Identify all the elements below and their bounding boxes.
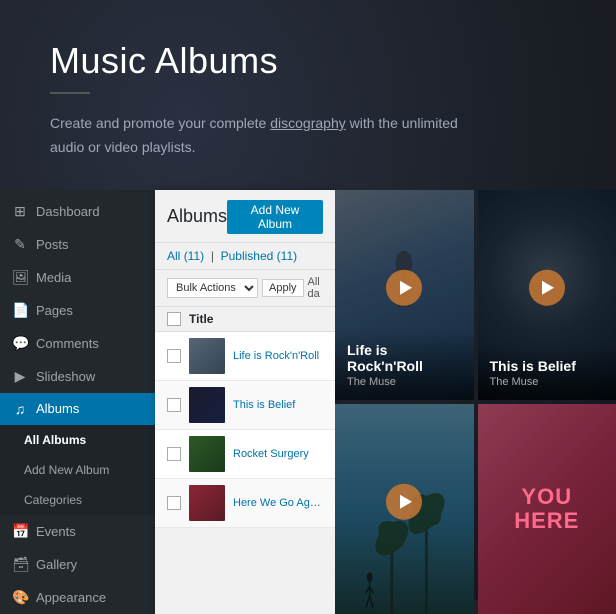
table-header: Title [155,307,335,332]
description: Create and promote your complete discogr… [50,112,470,160]
album-card-youhere[interactable]: YOUHERE [478,404,616,614]
album-link-2[interactable]: This is Belief [233,399,323,411]
media-icon: 🖼 [12,269,28,286]
add-new-album-button[interactable]: Add New Album [227,200,323,234]
posts-icon: ✎ [12,236,28,253]
sidebar-item-media[interactable]: 🖼 Media [0,261,155,294]
album-link-1[interactable]: Life is Rock'n'Roll [233,350,323,362]
album-link-3[interactable]: Rocket Surgery [233,448,323,460]
album-thumb-1 [189,338,225,374]
album-thumb-2 [189,387,225,423]
sidebar-item-dashboard[interactable]: ⊞ Dashboard [0,195,155,228]
sidebar-item-all-albums[interactable]: All Albums [0,425,155,455]
wp-admin-panel: Albums Add New Album All (11) | Publishe… [155,190,335,614]
bulk-actions-select[interactable]: Bulk Actions [167,278,258,298]
bulk-row: Bulk Actions Apply All da [155,270,335,307]
dashboard-icon: ⊞ [12,203,28,220]
album-card-palm[interactable] [335,404,474,614]
table-row: This is Belief [155,381,335,430]
discography-link[interactable]: discography [270,115,346,131]
gallery-icon: 🗃 [12,556,28,573]
select-all-checkbox[interactable] [167,312,181,326]
album-thumb-3 [189,436,225,472]
header-section: Music Albums Create and promote your com… [0,0,616,180]
pages-icon: 📄 [12,302,28,319]
events-icon: 📅 [12,523,28,540]
album-card-belief[interactable]: This is Belief The Muse [478,190,616,400]
card-subtitle-1: The Muse [347,376,462,388]
album-card-rocknroll[interactable]: Life is Rock'n'Roll The Muse [335,190,474,400]
sidebar-item-albums[interactable]: ♫ Albums [0,393,155,425]
sidebar-item-comments[interactable]: 💬 Comments [0,327,155,360]
play-button-2[interactable] [529,269,565,305]
table-row: Here We Go Again [155,479,335,528]
sidebar-item-slideshow[interactable]: ▶ Slideshow [0,360,155,393]
sidebar-item-pages[interactable]: 📄 Pages [0,294,155,327]
bulk-apply-button[interactable]: Apply [262,279,304,297]
panel-header: Albums Add New Album [155,190,335,243]
card-content-2: This is Belief The Muse [478,346,616,400]
slideshow-icon: ▶ [12,368,28,385]
card-title-2: This is Belief [490,358,605,374]
filter-published-link[interactable]: Published (11) [221,249,298,263]
comments-icon: 💬 [12,335,28,352]
play-icon-2 [542,280,554,294]
filter-row: All (11) | Published (11) [155,243,335,270]
play-icon-3 [400,494,412,508]
sidebar-item-appearance[interactable]: 🎨 Appearance [0,581,155,614]
card-subtitle-2: The Muse [490,376,605,388]
play-icon-1 [400,280,412,294]
row-checkbox-4[interactable] [167,496,181,510]
wp-sidebar: ⊞ Dashboard ✎ Posts 🖼 Media 📄 Pages 💬 Co… [0,190,155,614]
sidebar-item-events[interactable]: 📅 Events [0,515,155,548]
you-here-text: YOUHERE [514,484,579,532]
row-checkbox-2[interactable] [167,398,181,412]
main-content: ⊞ Dashboard ✎ Posts 🖼 Media 📄 Pages 💬 Co… [0,190,616,614]
album-thumb-4 [189,485,225,521]
card-title-1: Life is Rock'n'Roll [347,342,462,374]
play-button-1[interactable] [386,269,422,305]
play-button-3[interactable] [386,483,422,519]
appearance-icon: 🎨 [12,589,28,606]
panel-title: Albums [167,206,227,227]
card-content-1: Life is Rock'n'Roll The Muse [335,330,474,400]
albums-icon: ♫ [12,401,28,417]
filter-all-link[interactable]: All (11) [167,249,207,263]
album-cards-grid: Life is Rock'n'Roll The Muse This is Bel… [335,190,616,614]
table-row: Rocket Surgery [155,430,335,479]
sidebar-item-posts[interactable]: ✎ Posts [0,228,155,261]
row-checkbox-3[interactable] [167,447,181,461]
sidebar-item-categories[interactable]: Categories [0,485,155,515]
page-title: Music Albums [50,40,566,82]
sidebar-item-add-new-album[interactable]: Add New Album [0,455,155,485]
sidebar-item-gallery[interactable]: 🗃 Gallery [0,548,155,581]
table-row: Life is Rock'n'Roll [155,332,335,381]
divider [50,92,90,94]
album-link-4[interactable]: Here We Go Again [233,497,323,509]
all-dates-label: All da [308,276,323,300]
row-checkbox-1[interactable] [167,349,181,363]
title-column-header: Title [189,312,213,326]
